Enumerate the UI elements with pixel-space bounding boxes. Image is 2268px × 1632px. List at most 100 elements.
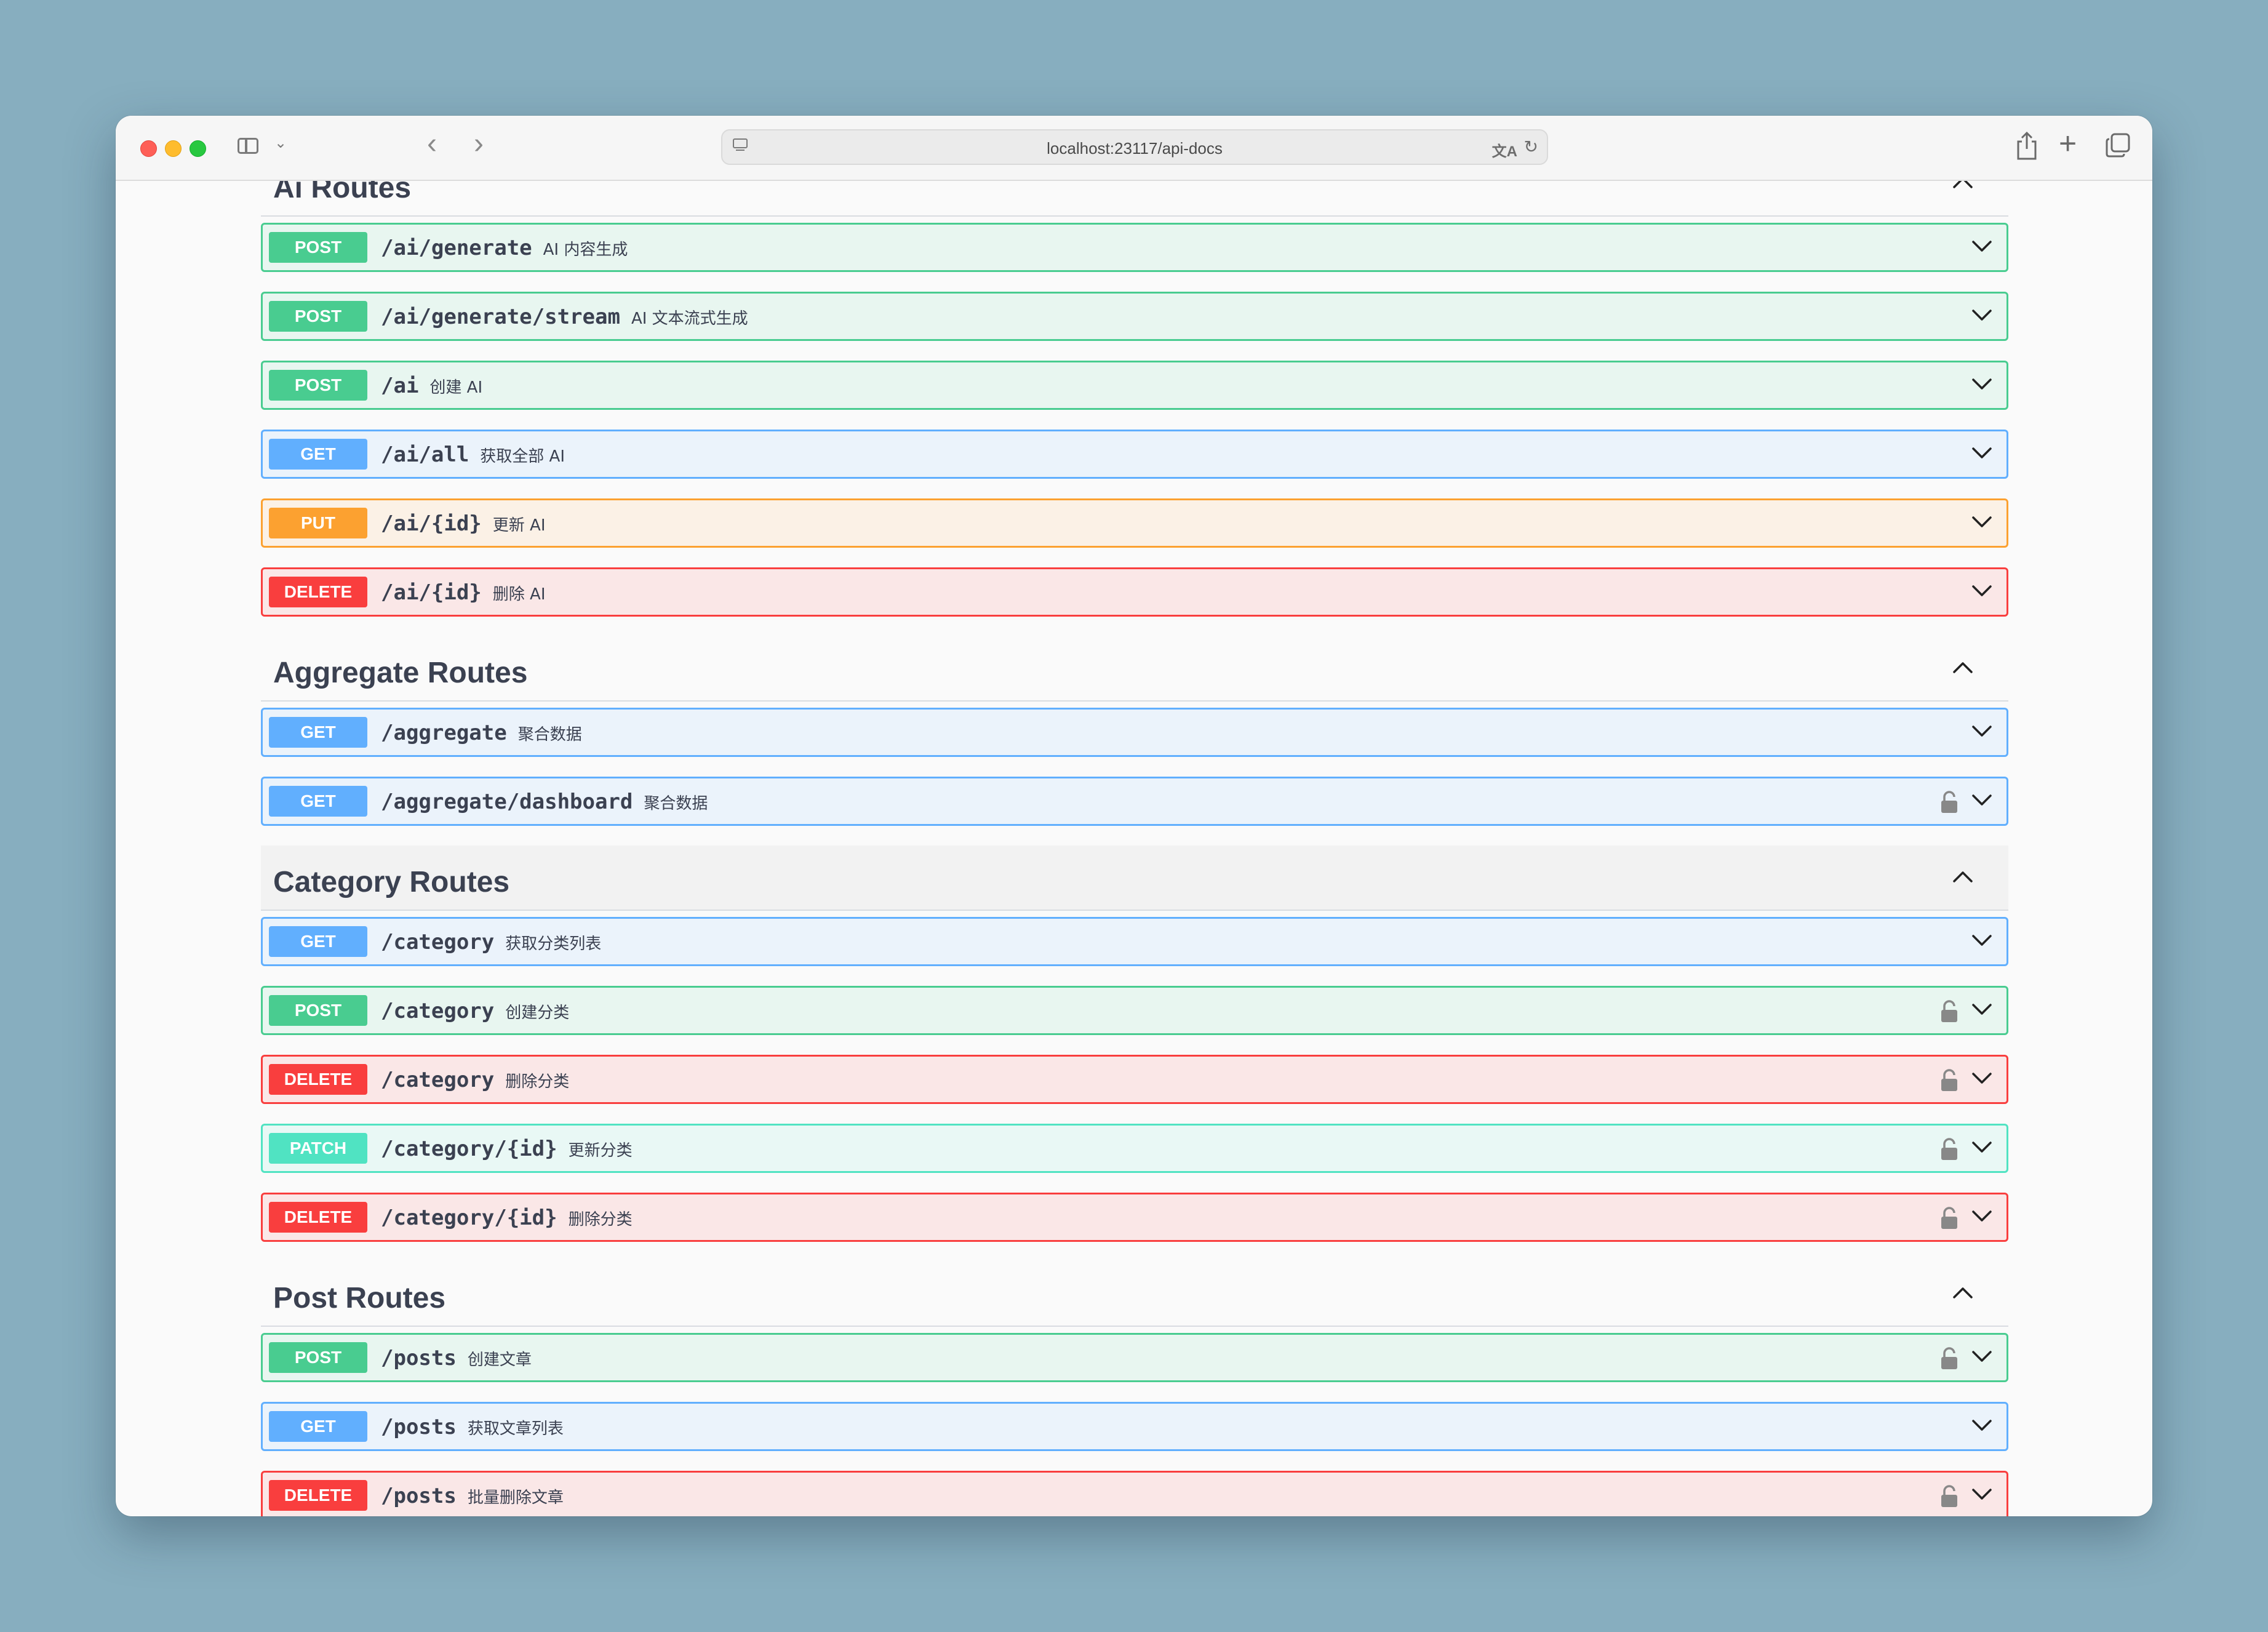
expand-chevron-down-icon[interactable] [1971,793,1993,808]
section-header[interactable]: Category Routes [261,846,2008,911]
chevron-down-icon[interactable]: ⌄ [274,134,287,152]
path-text: /category/{id} [381,1206,557,1230]
operation-path: /ai/{id} 删除 AI [381,580,546,605]
operation-row[interactable]: POST/posts 创建文章 [261,1333,2008,1382]
operation-row[interactable]: DELETE/ai/{id} 删除 AI [261,567,2008,617]
expand-chevron-down-icon[interactable] [1971,584,1993,599]
api-section: Ai Routes POST/ai/generate AI 内容生成 POST/a… [261,181,2008,617]
operation-summary: 获取全部 AI [480,447,565,466]
path-text: /ai/all [381,442,469,467]
lock-icon[interactable] [1940,1138,1959,1161]
method-badge: GET [269,786,367,817]
operation-row[interactable]: PUT/ai/{id} 更新 AI [261,498,2008,548]
path-text: /ai/generate [381,236,532,260]
path-text: /posts [381,1415,457,1439]
operation-row[interactable]: GET/aggregate/dashboard 聚合数据 [261,777,2008,826]
section-title: Aggregate Routes [273,657,528,689]
operation-row[interactable]: DELETE/posts 批量删除文章 [261,1471,2008,1516]
operation-row[interactable]: POST/ai/generate AI 内容生成 [261,223,2008,272]
method-badge: PATCH [269,1133,367,1164]
sidebar-icon[interactable] [238,138,258,154]
operation-summary: 获取分类列表 [505,935,602,953]
section-header[interactable]: Post Routes [261,1262,2008,1327]
operation-path: /aggregate 聚合数据 [381,721,582,745]
lock-icon[interactable] [1940,1207,1959,1230]
operation-summary: 批量删除文章 [467,1489,564,1507]
collapse-chevron-up-icon[interactable] [1952,869,1974,884]
lock-icon[interactable] [1940,791,1959,814]
operation-summary: 聚合数据 [517,726,582,744]
section-header[interactable]: Ai Routes [261,181,2008,217]
operation-path: /posts 批量删除文章 [381,1484,564,1508]
operation-row[interactable]: GET/posts 获取文章列表 [261,1402,2008,1451]
api-sections: Ai Routes POST/ai/generate AI 内容生成 POST/a… [261,181,2008,1516]
zoom-window-button[interactable] [190,140,206,157]
expand-chevron-down-icon[interactable] [1971,308,1993,323]
address-bar[interactable]: localhost:23117/api-docs 文A ↻ [721,129,1548,165]
lock-icon[interactable] [1940,1069,1959,1092]
expand-chevron-down-icon[interactable] [1971,934,1993,948]
operation-row[interactable]: POST/ai/generate/stream AI 文本流式生成 [261,292,2008,341]
collapse-chevron-up-icon[interactable] [1952,1285,1974,1300]
operation-summary: 创建分类 [505,1004,570,1022]
operation-row[interactable]: POST/ai 创建 AI [261,361,2008,410]
operation-summary: 删除 AI [492,585,546,604]
expand-chevron-down-icon[interactable] [1971,377,1993,392]
operation-row[interactable]: GET/aggregate 聚合数据 [261,708,2008,757]
operation-row[interactable]: GET/category 获取分类列表 [261,917,2008,966]
expand-chevron-down-icon[interactable] [1971,446,1993,461]
tabs-overview-icon[interactable] [2106,133,2130,158]
expand-chevron-down-icon[interactable] [1971,724,1993,739]
method-badge: DELETE [269,1480,367,1511]
expand-chevron-down-icon[interactable] [1971,1140,1993,1155]
new-tab-icon[interactable]: + [2059,126,2077,161]
expand-chevron-down-icon[interactable] [1971,515,1993,530]
expand-chevron-down-icon[interactable] [1971,1002,1993,1017]
expand-chevron-down-icon[interactable] [1971,1487,1993,1502]
operation-summary: AI 文本流式生成 [631,310,748,328]
forward-icon[interactable]: › [474,127,484,161]
url-text[interactable]: localhost:23117/api-docs [722,139,1547,158]
operation-path: /posts 创建文章 [381,1346,532,1370]
operation-summary: 更新分类 [568,1142,633,1160]
operation-summary: 更新 AI [492,516,546,535]
method-badge: GET [269,926,367,957]
operation-summary: 删除分类 [505,1073,570,1091]
method-badge: DELETE [269,577,367,607]
operation-path: /category/{id} 删除分类 [381,1206,633,1230]
method-badge: POST [269,232,367,263]
lock-icon[interactable] [1940,1485,1959,1508]
collapse-chevron-up-icon[interactable] [1952,181,1974,190]
expand-chevron-down-icon[interactable] [1971,239,1993,254]
operation-row[interactable]: POST/category 创建分类 [261,986,2008,1035]
share-icon[interactable] [2014,130,2039,161]
operation-path: /ai 创建 AI [381,374,482,398]
lock-icon[interactable] [1940,1347,1959,1370]
operation-row[interactable]: DELETE/category 删除分类 [261,1055,2008,1104]
expand-chevron-down-icon[interactable] [1971,1209,1993,1224]
operation-row[interactable]: PATCH/category/{id} 更新分类 [261,1124,2008,1173]
collapse-chevron-up-icon[interactable] [1952,660,1974,674]
operation-path: /posts 获取文章列表 [381,1415,564,1439]
operation-summary: AI 内容生成 [543,241,628,259]
path-text: /posts [381,1346,457,1370]
translate-icon[interactable]: 文A [1492,139,1517,161]
operation-row[interactable]: DELETE/category/{id} 删除分类 [261,1193,2008,1242]
browser-toolbar: ⌄ ‹ › localhost:23117/api-docs 文A ↻ + [116,116,2152,181]
swagger-content: Ai Routes POST/ai/generate AI 内容生成 POST/a… [116,181,2152,1516]
operation-row[interactable]: GET/ai/all 获取全部 AI [261,430,2008,479]
method-badge: GET [269,717,367,748]
lock-icon[interactable] [1940,1000,1959,1023]
operation-summary: 创建文章 [467,1351,532,1369]
expand-chevron-down-icon[interactable] [1971,1350,1993,1364]
browser-window: ⌄ ‹ › localhost:23117/api-docs 文A ↻ + Ai… [116,116,2152,1516]
section-header[interactable]: Aggregate Routes [261,636,2008,702]
expand-chevron-down-icon[interactable] [1971,1071,1993,1086]
section-title: Category Routes [273,866,510,898]
expand-chevron-down-icon[interactable] [1971,1418,1993,1433]
reload-icon[interactable]: ↻ [1524,137,1538,157]
method-badge: GET [269,1411,367,1442]
close-window-button[interactable] [140,140,157,157]
minimize-window-button[interactable] [165,140,182,157]
back-icon[interactable]: ‹ [427,127,437,161]
